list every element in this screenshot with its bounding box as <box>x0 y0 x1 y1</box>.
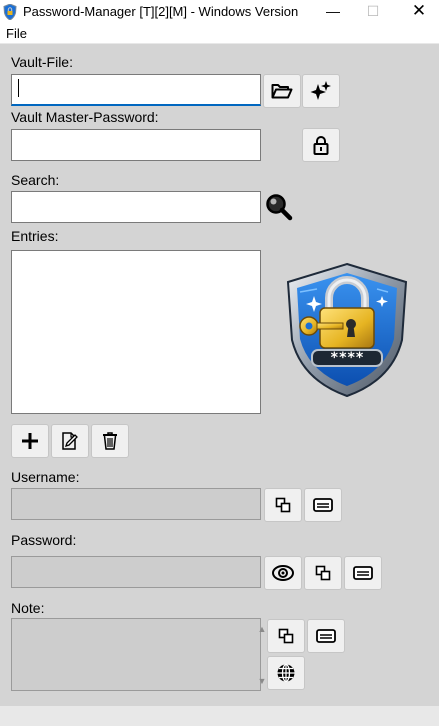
shield-padlock-logo: **** <box>286 262 408 398</box>
logo-mask-text: **** <box>330 350 364 366</box>
master-password-input[interactable] <box>11 129 261 161</box>
type-note-button[interactable] <box>307 619 345 653</box>
menu-bar: File <box>0 24 439 44</box>
vault-file-input[interactable] <box>11 74 261 106</box>
menu-file[interactable]: File <box>6 26 27 41</box>
show-password-button[interactable] <box>264 556 302 590</box>
delete-entry-button[interactable] <box>91 424 129 458</box>
copy-icon <box>315 565 331 581</box>
username-label: Username: <box>11 469 80 485</box>
type-username-button[interactable] <box>304 488 342 522</box>
folder-open-icon <box>271 84 293 99</box>
close-button[interactable]: ✕ <box>396 0 439 24</box>
search-input[interactable] <box>11 191 261 223</box>
copy-icon <box>278 628 294 644</box>
search-label: Search: <box>11 172 60 188</box>
new-vault-button[interactable] <box>302 74 340 108</box>
magnifier-icon[interactable] <box>265 193 293 221</box>
open-web-button[interactable] <box>267 656 305 690</box>
note-label: Note: <box>11 600 45 616</box>
plus-icon <box>22 433 38 449</box>
add-entry-button[interactable] <box>11 424 49 458</box>
text-caret <box>18 79 19 97</box>
type-password-button[interactable] <box>344 556 382 590</box>
password-label: Password: <box>11 532 77 548</box>
window-title: Password-Manager [T][2][M] - Windows Ver… <box>23 4 299 19</box>
keyboard-icon <box>313 498 333 512</box>
edit-document-icon <box>62 432 78 450</box>
globe-icon <box>277 663 295 683</box>
maximize-button[interactable]: ☐ <box>350 0 396 24</box>
app-shield-icon <box>3 4 17 20</box>
title-bar[interactable]: Password-Manager [T][2][M] - Windows Ver… <box>0 0 439 24</box>
copy-username-button[interactable] <box>264 488 302 522</box>
copy-password-button[interactable] <box>304 556 342 590</box>
entries-list[interactable] <box>11 250 261 414</box>
open-vault-button[interactable] <box>263 74 301 108</box>
lock-icon <box>313 136 329 155</box>
edit-entry-button[interactable] <box>51 424 89 458</box>
note-textarea[interactable]: ▲ ▼ <box>11 618 266 691</box>
keyboard-icon <box>316 629 336 643</box>
username-field[interactable] <box>11 488 261 520</box>
keyboard-icon <box>353 566 373 580</box>
entries-label: Entries: <box>11 228 59 244</box>
master-password-label: Vault Master-Password: <box>11 109 159 125</box>
trash-icon <box>103 432 117 450</box>
eye-icon <box>272 565 294 581</box>
unlock-vault-button[interactable] <box>302 128 340 162</box>
vault-file-label: Vault-File: <box>11 54 73 70</box>
copy-note-button[interactable] <box>267 619 305 653</box>
status-bar <box>0 706 439 726</box>
copy-icon <box>275 497 291 513</box>
password-field[interactable] <box>11 556 261 588</box>
sparkle-new-icon <box>310 81 331 100</box>
